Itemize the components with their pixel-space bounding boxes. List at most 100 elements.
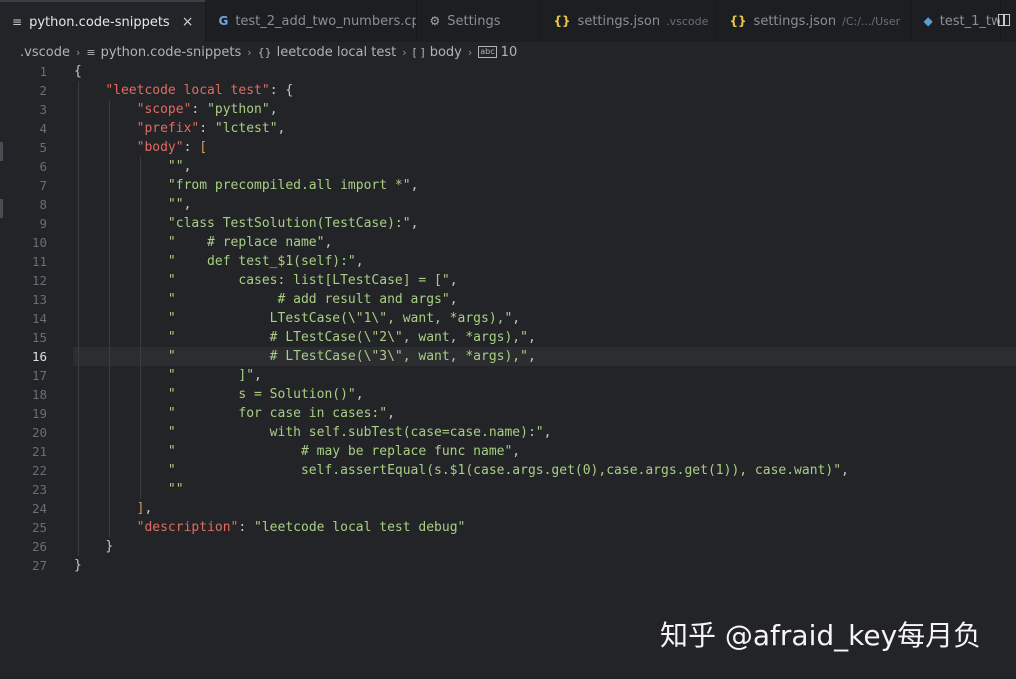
line-number: 6: [39, 159, 47, 174]
line-number: 10: [31, 235, 47, 250]
line-number: 3: [39, 102, 47, 117]
tab-description: .vscode: [666, 14, 709, 28]
line-number: 24: [31, 501, 47, 516]
close-icon[interactable]: ×: [182, 14, 194, 30]
line-number: 13: [31, 292, 47, 307]
code-text: " cases: list[LTestCase] = [",: [167, 273, 458, 288]
code-text: ],: [136, 501, 153, 516]
code-text: " with self.subTest(case=case.name):",: [167, 425, 552, 440]
tab-label: test_1_tw: [939, 13, 1002, 29]
code-line[interactable]: 19 " for case in cases:",: [0, 404, 1016, 423]
code-line[interactable]: 27}: [0, 556, 1016, 575]
gutter-marker: [0, 142, 3, 161]
code-line[interactable]: 8 "",: [0, 195, 1016, 214]
tab-settings-json-vscode[interactable]: {} settings.json .vscode: [541, 0, 718, 42]
code-line[interactable]: 16 " # LTestCase(\"3\", want, *args),",: [0, 347, 1016, 366]
gear-icon: ⚙: [429, 14, 441, 28]
cpp-icon: G: [218, 14, 229, 28]
code-text: "",: [167, 159, 192, 174]
code-line[interactable]: 9 "class TestSolution(TestCase):",: [0, 214, 1016, 233]
line-number: 11: [31, 254, 47, 269]
tab-label: settings.json: [577, 13, 661, 29]
code-text: " for case in cases:",: [167, 406, 395, 421]
indent-guide: [77, 81, 79, 556]
breadcrumb-item-object[interactable]: {} leetcode local test: [258, 45, 397, 60]
lines-icon: ≡: [12, 15, 23, 29]
code-text: "leetcode local test": {: [105, 83, 294, 98]
split-editor-icon[interactable]: [998, 14, 1010, 26]
code-text: "",: [167, 197, 192, 212]
breadcrumb-item-vscode[interactable]: .vscode: [20, 45, 70, 60]
breadcrumb-item-string[interactable]: abc 10: [478, 45, 517, 60]
tab-label: test_2_add_two_numbers.cpp: [235, 13, 418, 29]
line-number: 1: [39, 64, 47, 79]
code-text: }: [74, 558, 82, 573]
code-line[interactable]: 3 "scope": "python",: [0, 100, 1016, 119]
code-text: " # LTestCase(\"2\", want, *args),",: [167, 330, 536, 345]
code-line[interactable]: 18 " s = Solution()",: [0, 385, 1016, 404]
code-line[interactable]: 22 " self.assertEqual(s.$1(case.args.get…: [0, 461, 1016, 480]
code-line[interactable]: 6 "",: [0, 157, 1016, 176]
code-line[interactable]: 20 " with self.subTest(case=case.name):"…: [0, 423, 1016, 442]
code-text: " # add result and args",: [167, 292, 458, 307]
code-editor[interactable]: 1{2 "leetcode local test": {3 "scope": "…: [0, 62, 1016, 679]
tab-bar: ≡ python.code-snippets × G test_2_add_tw…: [0, 0, 1016, 42]
code-line[interactable]: 5 "body": [: [0, 138, 1016, 157]
tab-settings[interactable]: ⚙ Settings: [417, 0, 542, 42]
tab-label: python.code-snippets: [29, 14, 170, 30]
lines-icon: ≡: [86, 45, 96, 59]
tab-python-code-snippets[interactable]: ≡ python.code-snippets ×: [0, 0, 207, 42]
code-line[interactable]: 15 " # LTestCase(\"2\", want, *args),",: [0, 328, 1016, 347]
chevron-right-icon: ›: [402, 45, 407, 59]
tab-label: Settings: [447, 13, 501, 29]
line-number: 15: [31, 330, 47, 345]
code-line[interactable]: 11 " def test_$1(self):",: [0, 252, 1016, 271]
code-line[interactable]: 1{: [0, 62, 1016, 81]
indent-guide: [109, 100, 111, 537]
code-line[interactable]: 13 " # add result and args",: [0, 290, 1016, 309]
code-line[interactable]: 12 " cases: list[LTestCase] = [",: [0, 271, 1016, 290]
line-number: 25: [31, 520, 47, 535]
code-text: "from precompiled.all import *",: [167, 178, 419, 193]
json-icon: {}: [553, 14, 571, 28]
code-text: "scope": "python",: [136, 102, 278, 117]
line-number: 5: [39, 140, 47, 155]
indent-guide: [140, 157, 142, 499]
code-line[interactable]: 7 "from precompiled.all import *",: [0, 176, 1016, 195]
code-text: "body": [: [136, 140, 208, 155]
code-line[interactable]: 23 "": [0, 480, 1016, 499]
code-line[interactable]: 4 "prefix": "lctest",: [0, 119, 1016, 138]
code-line[interactable]: 26 }: [0, 537, 1016, 556]
code-line[interactable]: 21 " # may be replace func name",: [0, 442, 1016, 461]
line-number: 23: [31, 482, 47, 497]
gutter-marker: [0, 199, 3, 218]
code-line[interactable]: 25 "description": "leetcode local test d…: [0, 518, 1016, 537]
code-line[interactable]: 17 " ]",: [0, 366, 1016, 385]
code-text: " ]",: [167, 368, 262, 383]
code-line[interactable]: 2 "leetcode local test": {: [0, 81, 1016, 100]
line-number: 21: [31, 444, 47, 459]
line-number: 26: [31, 539, 47, 554]
line-number: 12: [31, 273, 47, 288]
code-line[interactable]: 24 ],: [0, 499, 1016, 518]
code-text: " # LTestCase(\"3\", want, *args),",: [167, 349, 536, 364]
string-icon: abc: [478, 46, 497, 58]
breadcrumb: .vscode › ≡ python.code-snippets › {} leet…: [0, 42, 1016, 62]
python-icon: ◆: [923, 14, 933, 28]
code-text: "description": "leetcode local test debu…: [136, 520, 466, 535]
brackets-icon: [ ]: [412, 45, 425, 59]
line-number: 19: [31, 406, 47, 421]
code-text: "": [167, 482, 184, 497]
breadcrumb-item-file[interactable]: ≡ python.code-snippets: [86, 45, 241, 60]
breadcrumb-item-array[interactable]: [ ] body: [413, 45, 462, 60]
line-number: 4: [39, 121, 47, 136]
code-line[interactable]: 14 " LTestCase(\"1\", want, *args),",: [0, 309, 1016, 328]
code-text: {: [74, 64, 82, 79]
line-number: 16: [31, 349, 47, 364]
code-line[interactable]: 10 " # replace name",: [0, 233, 1016, 252]
tab-test-1[interactable]: ◆ test_1_tw: [911, 0, 1002, 42]
tab-settings-json-user[interactable]: {} settings.json /C:/.../User: [717, 0, 912, 42]
line-number: 22: [31, 463, 47, 478]
tab-test-2-add-two-numbers[interactable]: G test_2_add_two_numbers.cpp: [206, 0, 418, 42]
line-number: 8: [39, 197, 47, 212]
